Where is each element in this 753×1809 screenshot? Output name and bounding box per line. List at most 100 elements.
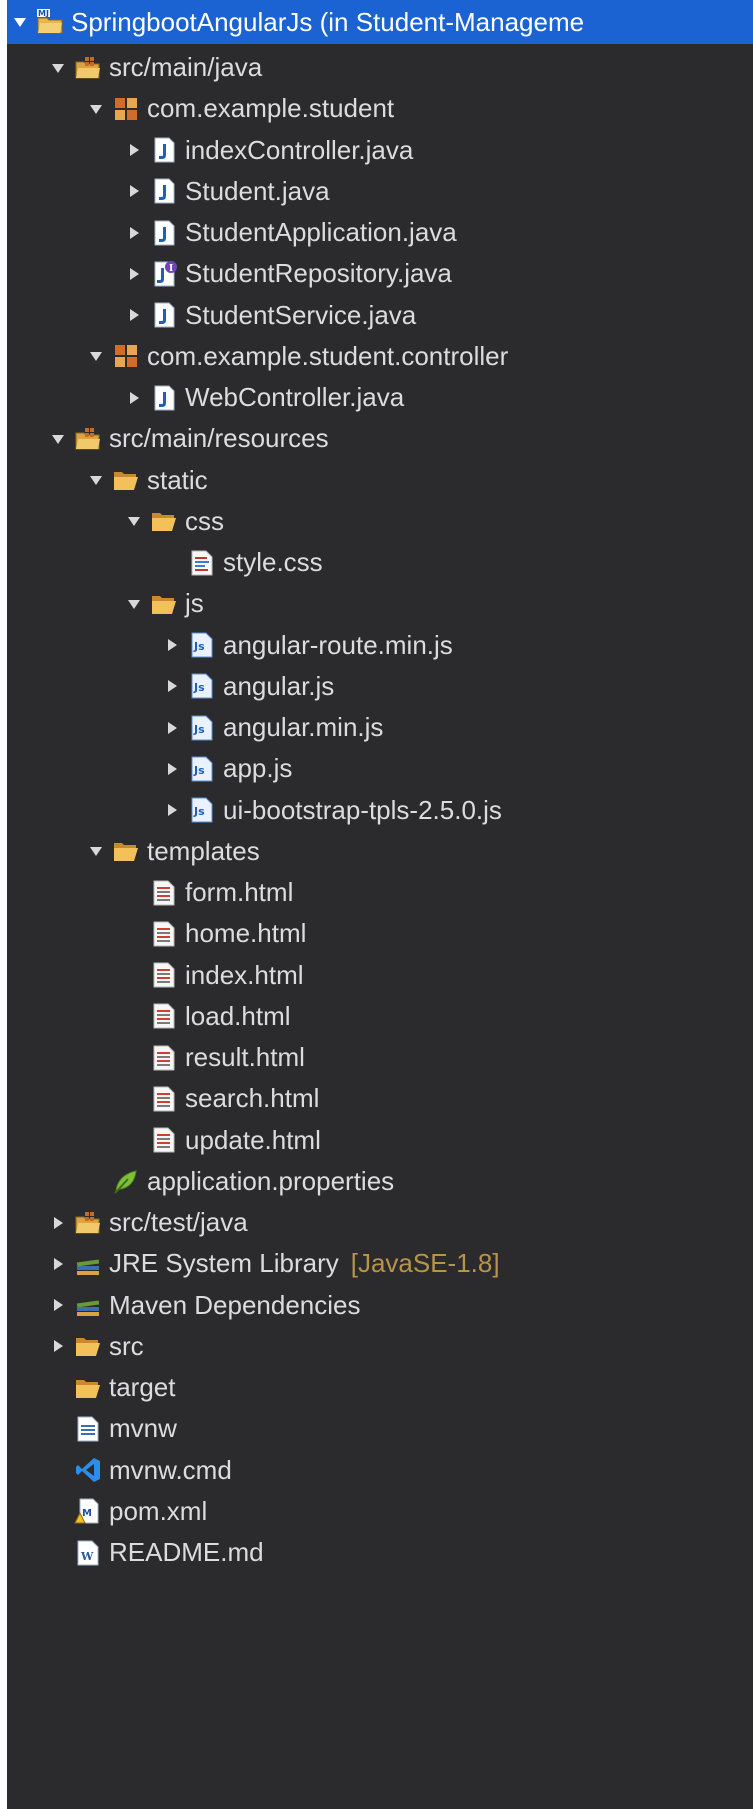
tree-item-static[interactable]: static: [7, 460, 753, 501]
tree-item-label: css: [185, 505, 224, 536]
collapsed-arrow-icon[interactable]: [161, 634, 183, 656]
tree-item-index-html[interactable]: index.html: [7, 955, 753, 996]
expanded-arrow-icon[interactable]: [85, 469, 107, 491]
tree-item-pkg-controller[interactable]: com.example.student.controller: [7, 336, 753, 377]
tree-item-pkg-student[interactable]: com.example.student: [7, 88, 753, 129]
tree-item-mvnw[interactable]: mvnw: [7, 1408, 753, 1449]
tree-item-mvnw-cmd[interactable]: mvnw.cmd: [7, 1450, 753, 1491]
js-file-icon: Js: [187, 630, 217, 660]
js-file-icon: Js: [187, 754, 217, 784]
collapsed-arrow-icon[interactable]: [47, 1294, 69, 1316]
tree-item-ui-bootstrap[interactable]: Js ui-bootstrap-tpls-2.5.0.js: [7, 790, 753, 831]
tree-item-label: update.html: [185, 1124, 321, 1155]
tree-item-studentservice[interactable]: StudentService.java: [7, 295, 753, 336]
svg-text:MJ: MJ: [38, 9, 49, 18]
tree-item-src-main-java[interactable]: src/main/java: [7, 47, 753, 88]
expanded-arrow-icon[interactable]: [47, 428, 69, 450]
collapsed-arrow-icon[interactable]: [123, 263, 145, 285]
tree-item-angular-js[interactable]: Js angular.js: [7, 666, 753, 707]
tree-item-indexcontroller[interactable]: indexController.java: [7, 130, 753, 171]
tree-item-home-html[interactable]: home.html: [7, 913, 753, 954]
collapsed-arrow-icon[interactable]: [161, 758, 183, 780]
html-file-icon: [149, 1084, 179, 1114]
tree-item-label: Maven Dependencies: [109, 1289, 361, 1320]
tree-item-result-html[interactable]: result.html: [7, 1037, 753, 1078]
collapsed-arrow-icon[interactable]: [47, 1253, 69, 1275]
svg-text:Js: Js: [193, 764, 205, 777]
svg-text:Js: Js: [193, 723, 205, 736]
expanded-arrow-icon[interactable]: [123, 593, 145, 615]
tree-item-label: app.js: [223, 753, 293, 784]
tree-item-application-properties[interactable]: application.properties: [7, 1161, 753, 1202]
tree-item-update-html[interactable]: update.html: [7, 1120, 753, 1161]
html-file-icon: [149, 1001, 179, 1031]
tree-item-src-main-resources[interactable]: src/main/resources: [7, 418, 753, 459]
tree-item-css[interactable]: css: [7, 501, 753, 542]
tree-item-src-test-java[interactable]: src/test/java: [7, 1202, 753, 1243]
tree-item-label: js: [185, 588, 204, 619]
package-icon: [111, 341, 141, 371]
tree-item-angular-min[interactable]: Js angular.min.js: [7, 707, 753, 748]
tree-item-label: StudentService.java: [185, 299, 417, 330]
tree-item-js[interactable]: js: [7, 583, 753, 624]
collapsed-arrow-icon[interactable]: [47, 1335, 69, 1357]
tree-item-studentapplication[interactable]: StudentApplication.java: [7, 212, 753, 253]
collapsed-arrow-icon[interactable]: [161, 675, 183, 697]
tree-item-src[interactable]: src: [7, 1326, 753, 1367]
tree-item-label: mvnw.cmd: [109, 1454, 232, 1485]
tree-item-label: form.html: [185, 877, 294, 908]
collapsed-arrow-icon[interactable]: [161, 799, 183, 821]
folder-open-icon: [149, 506, 179, 536]
expanded-arrow-icon[interactable]: [47, 57, 69, 79]
tree-item-search-html[interactable]: search.html: [7, 1078, 753, 1119]
tree-item-angular-route[interactable]: Js angular-route.min.js: [7, 625, 753, 666]
collapsed-arrow-icon[interactable]: [161, 717, 183, 739]
expanded-arrow-icon[interactable]: [9, 11, 31, 33]
tree-item-target[interactable]: target: [7, 1367, 753, 1408]
html-file-icon: [149, 919, 179, 949]
tree-item-readme[interactable]: W README.md: [7, 1532, 753, 1573]
java-file-icon: [149, 135, 179, 165]
expanded-arrow-icon[interactable]: [85, 345, 107, 367]
tree-item-label: application.properties: [147, 1165, 395, 1196]
tree-item-label: load.html: [185, 1000, 291, 1031]
tree-item-pom-xml[interactable]: Mpom.xml: [7, 1491, 753, 1532]
tree-item-label: ui-bootstrap-tpls-2.5.0.js: [223, 794, 502, 825]
word-file-icon: W: [73, 1538, 103, 1568]
tree-item-webcontroller[interactable]: WebController.java: [7, 377, 753, 418]
vscode-file-icon: [73, 1455, 103, 1485]
svg-text:I: I: [169, 264, 173, 274]
collapsed-arrow-icon[interactable]: [47, 1212, 69, 1234]
collapsed-arrow-icon[interactable]: [123, 180, 145, 202]
tree-item-label: com.example.student.controller: [147, 340, 509, 371]
tree-item-label: search.html: [185, 1083, 320, 1114]
library-icon: [73, 1249, 103, 1279]
project-explorer-tree: MJ SpringbootAngularJs (in Student-Manag…: [7, 0, 753, 1809]
tree-item-label: angular-route.min.js: [223, 629, 453, 660]
tree-item-label: style.css: [223, 547, 323, 578]
text-file-icon: [73, 1414, 103, 1444]
tree-item-style-css[interactable]: style.css: [7, 542, 753, 583]
collapsed-arrow-icon[interactable]: [123, 139, 145, 161]
expanded-arrow-icon[interactable]: [123, 510, 145, 532]
svg-text:W: W: [80, 1550, 94, 1563]
tree-item-app-js[interactable]: Js app.js: [7, 748, 753, 789]
svg-text:Js: Js: [193, 681, 205, 694]
expanded-arrow-icon[interactable]: [85, 98, 107, 120]
expanded-arrow-icon[interactable]: [85, 840, 107, 862]
tree-item-label: pom.xml: [109, 1495, 208, 1526]
tree-item-templates[interactable]: templates: [7, 831, 753, 872]
tree-item-label: src/main/resources: [109, 423, 329, 454]
tree-item-maven-deps[interactable]: Maven Dependencies: [7, 1285, 753, 1326]
tree-item-load-html[interactable]: load.html: [7, 996, 753, 1037]
collapsed-arrow-icon[interactable]: [123, 387, 145, 409]
maven-pom-icon: M: [73, 1496, 103, 1526]
tree-item-jre[interactable]: JRE System Library [JavaSE-1.8]: [7, 1243, 753, 1284]
tree-item-studentrepository[interactable]: I StudentRepository.java: [7, 253, 753, 294]
html-file-icon: [149, 878, 179, 908]
tree-item-form-html[interactable]: form.html: [7, 872, 753, 913]
tree-item-project-root[interactable]: MJ SpringbootAngularJs (in Student-Manag…: [7, 0, 753, 44]
tree-item-student[interactable]: Student.java: [7, 171, 753, 212]
collapsed-arrow-icon[interactable]: [123, 304, 145, 326]
collapsed-arrow-icon[interactable]: [123, 222, 145, 244]
